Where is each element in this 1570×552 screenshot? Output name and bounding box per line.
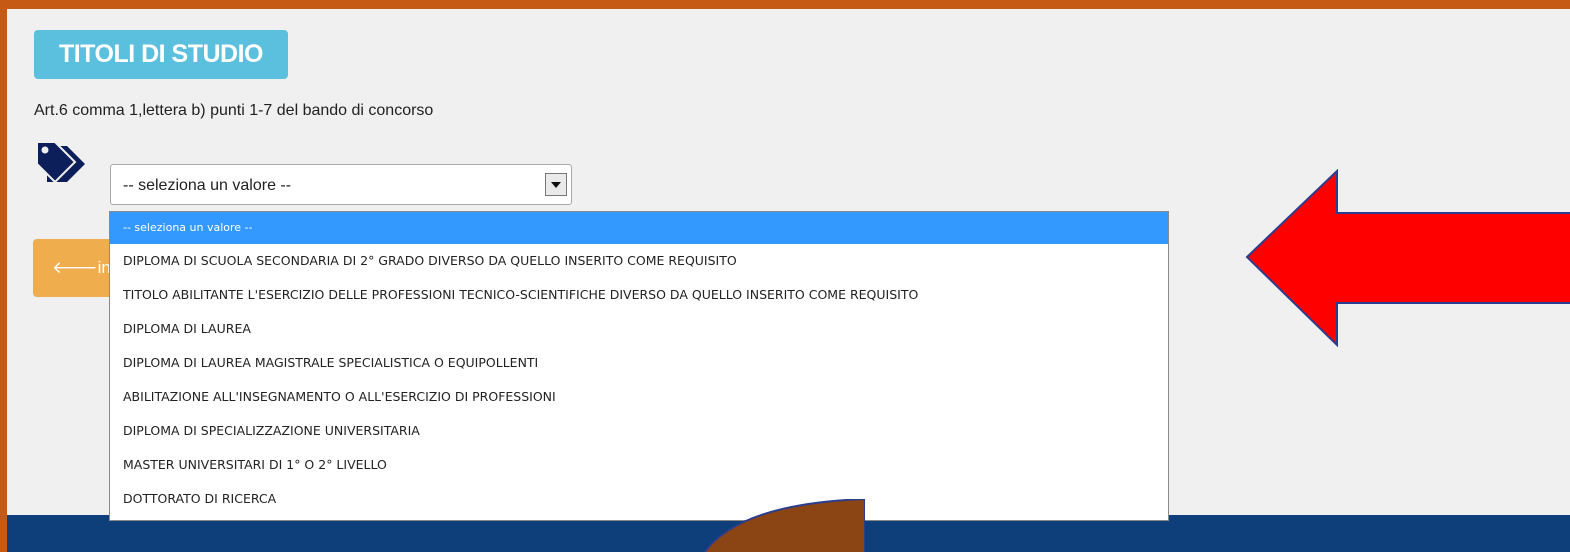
dropdown-option[interactable]: -- seleziona un valore -- bbox=[110, 212, 1168, 244]
select-dropdown-list[interactable]: -- seleziona un valore -- DIPLOMA DI SCU… bbox=[109, 211, 1169, 521]
dropdown-option[interactable]: ABILITAZIONE ALL'INSEGNAMENTO O ALL'ESER… bbox=[110, 380, 1168, 414]
page-frame: TITOLI DI STUDIO Art.6 comma 1,lettera b… bbox=[7, 9, 1570, 552]
arrow-left-icon: 🡐 bbox=[52, 258, 98, 277]
orange-shape-annotation bbox=[703, 499, 865, 552]
titolo-select[interactable]: -- seleziona un valore -- bbox=[110, 164, 572, 205]
red-arrow-annotation bbox=[1245, 169, 1570, 348]
chevron-down-icon[interactable] bbox=[545, 173, 567, 196]
dropdown-option[interactable]: DOTTORATO DI RICERCA bbox=[110, 482, 1168, 516]
section-subtitle: Art.6 comma 1,lettera b) punti 1-7 del b… bbox=[34, 102, 434, 119]
dropdown-option[interactable]: DIPLOMA DI SCUOLA SECONDARIA DI 2° GRADO… bbox=[110, 244, 1168, 278]
dropdown-option[interactable]: DIPLOMA DI LAUREA bbox=[110, 312, 1168, 346]
dropdown-option[interactable]: TITOLO ABILITANTE L'ESERCIZIO DELLE PROF… bbox=[110, 278, 1168, 312]
tags-icon bbox=[36, 141, 85, 184]
dropdown-option[interactable]: DIPLOMA DI SPECIALIZZAZIONE UNIVERSITARI… bbox=[110, 414, 1168, 448]
select-current-value: -- seleziona un valore -- bbox=[123, 177, 292, 194]
dropdown-option[interactable]: MASTER UNIVERSITARI DI 1° O 2° LIVELLO bbox=[110, 448, 1168, 482]
dropdown-option[interactable]: DIPLOMA DI LAUREA MAGISTRALE SPECIALISTI… bbox=[110, 346, 1168, 380]
section-badge: TITOLI DI STUDIO bbox=[34, 30, 288, 79]
